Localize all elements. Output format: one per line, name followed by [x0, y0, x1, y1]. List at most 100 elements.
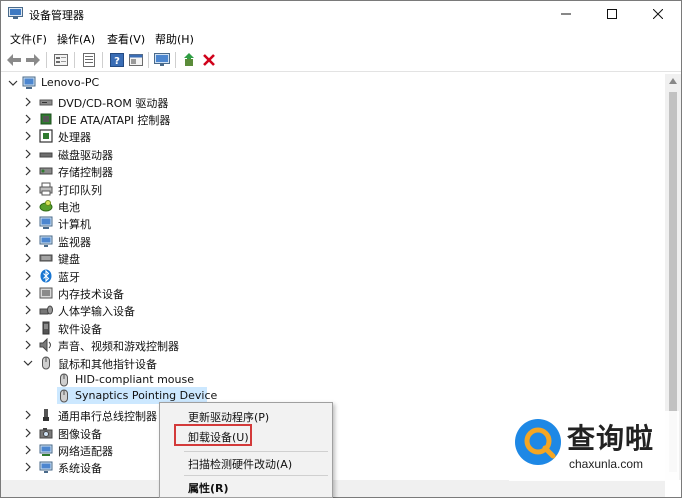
- tree-node-label[interactable]: DVD/CD-ROM 驱动器: [58, 95, 168, 111]
- chevron-right-icon[interactable]: [23, 410, 33, 420]
- printer-icon: [39, 182, 53, 196]
- console-button[interactable]: [127, 51, 145, 69]
- tree-node-label[interactable]: 蓝牙: [58, 269, 80, 285]
- chevron-right-icon[interactable]: [23, 288, 33, 298]
- forward-button[interactable]: [24, 51, 42, 69]
- context-uninstall-device[interactable]: 卸载设备(U): [188, 429, 249, 445]
- toolbar-separator: [74, 52, 75, 68]
- horizontal-scrollbar[interactable]: [1, 480, 665, 497]
- scan-hardware-button[interactable]: [153, 51, 171, 69]
- maximize-icon: [607, 9, 617, 19]
- keyboard-icon: [39, 254, 53, 262]
- properties-icon: [54, 54, 68, 66]
- menu-help[interactable]: 帮助(H): [155, 31, 194, 47]
- chevron-right-icon[interactable]: [23, 271, 33, 281]
- battery-icon: [39, 200, 53, 212]
- close-icon: [653, 9, 663, 19]
- system-device-icon: [39, 461, 53, 473]
- chevron-right-icon[interactable]: [23, 323, 33, 333]
- device-manager-icon: [8, 7, 23, 19]
- tree-node-label[interactable]: IDE ATA/ATAPI 控制器: [58, 112, 170, 128]
- chevron-right-icon[interactable]: [23, 305, 33, 315]
- tree-node-label[interactable]: 通用串行总线控制器: [58, 408, 157, 424]
- tree-node-label[interactable]: 网络适配器: [58, 443, 113, 459]
- tree-root-label[interactable]: Lenovo-PC: [41, 76, 99, 89]
- tree-child-label-selected[interactable]: Synaptics Pointing Device: [75, 389, 217, 402]
- tree-node-label[interactable]: 声音、视频和游戏控制器: [58, 338, 179, 354]
- update-driver-icon: [184, 53, 194, 66]
- chevron-right-icon[interactable]: [23, 131, 33, 141]
- tree-node-label[interactable]: 鼠标和其他指针设备: [58, 356, 157, 372]
- context-separator: [184, 475, 328, 476]
- context-update-driver[interactable]: 更新驱动程序(P): [188, 409, 269, 425]
- tree-node-label[interactable]: 人体学输入设备: [58, 303, 135, 319]
- computer-icon: [39, 216, 53, 229]
- chevron-right-icon[interactable]: [23, 114, 33, 124]
- tree-node-label[interactable]: 图像设备: [58, 426, 102, 442]
- context-menu: 更新驱动程序(P) 卸载设备(U) 扫描检测硬件改动(A) 属性(R): [159, 402, 333, 498]
- hid-icon: [39, 305, 53, 315]
- close-button[interactable]: [635, 1, 681, 27]
- forward-arrow-icon: [26, 54, 40, 66]
- chevron-right-icon[interactable]: [23, 236, 33, 246]
- uninstall-button[interactable]: [200, 51, 218, 69]
- help-button[interactable]: ?: [108, 51, 126, 69]
- tree-node-label[interactable]: 内存技术设备: [58, 286, 124, 302]
- context-properties[interactable]: 属性(R): [188, 480, 229, 496]
- watermark-cn: 查询啦: [567, 422, 655, 455]
- tree-child-label[interactable]: HID-compliant mouse: [75, 373, 194, 386]
- tree-node-label[interactable]: 监视器: [58, 234, 91, 250]
- tree-node-label[interactable]: 处理器: [58, 129, 91, 145]
- chevron-right-icon[interactable]: [23, 462, 33, 472]
- update-driver-button[interactable]: [180, 51, 198, 69]
- list-view-button[interactable]: [80, 51, 98, 69]
- chevron-right-icon[interactable]: [23, 166, 33, 176]
- tree-node-label[interactable]: 电池: [58, 199, 80, 215]
- chevron-right-icon[interactable]: [23, 340, 33, 350]
- svg-text:?: ?: [114, 56, 120, 67]
- chevron-right-icon[interactable]: [23, 97, 33, 107]
- scroll-up-icon[interactable]: [669, 78, 677, 84]
- toolbar-separator: [102, 52, 103, 68]
- chevron-right-icon[interactable]: [23, 253, 33, 263]
- processor-icon: [39, 129, 53, 143]
- properties-button[interactable]: [52, 51, 70, 69]
- tree-node-label[interactable]: 键盘: [58, 251, 80, 267]
- monitor-icon: [154, 53, 170, 66]
- back-button[interactable]: [5, 51, 23, 69]
- software-device-icon: [42, 321, 50, 335]
- tree-node-label[interactable]: 磁盘驱动器: [58, 147, 113, 163]
- context-scan-hardware[interactable]: 扫描检测硬件改动(A): [188, 456, 292, 472]
- speaker-icon: [39, 338, 51, 352]
- chevron-right-icon[interactable]: [23, 184, 33, 194]
- chevron-right-icon[interactable]: [23, 218, 33, 228]
- usb-icon: [43, 409, 49, 421]
- tree-node-label[interactable]: 计算机: [58, 216, 91, 232]
- menu-file[interactable]: 文件(F): [10, 31, 47, 47]
- chevron-down-icon[interactable]: [23, 358, 33, 368]
- toolbar-separator: [46, 52, 47, 68]
- chevron-down-icon[interactable]: [8, 78, 18, 88]
- tree-node-label[interactable]: 系统设备: [58, 460, 102, 476]
- minimize-icon: [561, 13, 571, 15]
- chevron-right-icon[interactable]: [23, 201, 33, 211]
- title-bar[interactable]: 设备管理器: [1, 1, 681, 27]
- chevron-right-icon[interactable]: [23, 428, 33, 438]
- watermark-en: chaxunla.com: [569, 457, 644, 471]
- tree-node-label[interactable]: 打印队列: [58, 182, 102, 198]
- menu-view[interactable]: 查看(V): [107, 31, 145, 47]
- chevron-right-icon[interactable]: [23, 445, 33, 455]
- context-separator: [184, 451, 328, 452]
- menu-action[interactable]: 操作(A): [57, 31, 95, 47]
- computer-root-icon: [22, 76, 36, 89]
- camera-icon: [39, 428, 53, 439]
- tree-node-label[interactable]: 软件设备: [58, 321, 102, 337]
- tree-node-label[interactable]: 存储控制器: [58, 164, 113, 180]
- monitor-icon: [39, 235, 53, 247]
- minimize-button[interactable]: [543, 1, 589, 27]
- chevron-right-icon[interactable]: [23, 149, 33, 159]
- maximize-button[interactable]: [589, 1, 635, 27]
- bluetooth-icon: [40, 269, 52, 283]
- device-manager-window: 设备管理器 文件(F) 操作(A) 查看(V) 帮助(H) ? Lenovo-P…: [0, 0, 682, 498]
- storage-controller-icon: [39, 167, 53, 175]
